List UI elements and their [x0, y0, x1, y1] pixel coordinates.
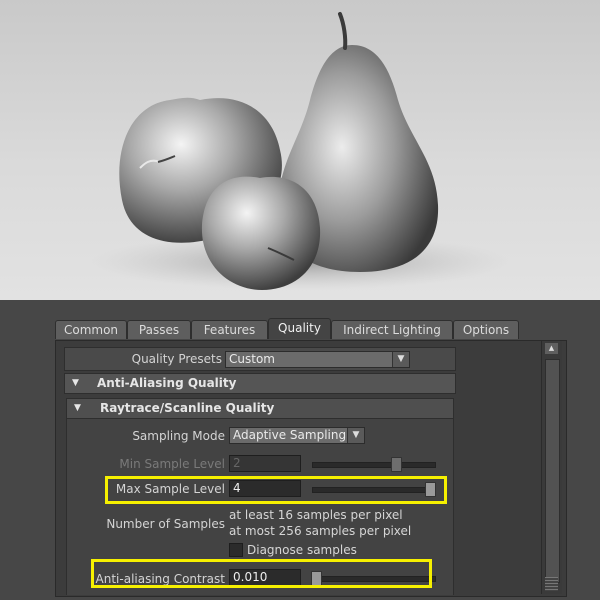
min-sample-level-label: Min Sample Level [119, 457, 225, 471]
slider-handle[interactable] [391, 457, 402, 472]
sampling-mode-label: Sampling Mode [132, 429, 225, 443]
tab-quality[interactable]: Quality [268, 318, 331, 339]
render-preview [0, 0, 600, 300]
quality-presets-dropdown[interactable]: Custom ▼ [225, 351, 410, 368]
diagnose-samples-checkbox[interactable] [229, 543, 243, 557]
number-of-samples-min: at least 16 samples per pixel [229, 508, 403, 522]
tab-passes[interactable]: Passes [127, 320, 191, 339]
tab-indirect-lighting[interactable]: Indirect Lighting [331, 320, 453, 339]
render-settings-panel: Common Passes Features Quality Indirect … [0, 300, 600, 600]
arrow-up-icon[interactable]: ▲ [545, 343, 558, 354]
highlight-anti-aliasing-contrast [91, 559, 432, 588]
resize-grip[interactable] [545, 577, 558, 591]
tab-features[interactable]: Features [191, 320, 268, 339]
tab-common[interactable]: Common [55, 320, 127, 339]
sampling-mode-value: Adaptive Sampling [233, 428, 347, 442]
quality-presets-row: Quality Presets Custom ▼ [64, 347, 456, 371]
number-of-samples-max: at most 256 samples per pixel [229, 524, 412, 538]
diagnose-samples-label: Diagnose samples [247, 543, 357, 557]
section-raytrace-title: Raytrace/Scanline Quality [100, 401, 275, 415]
chevron-down-icon: ▼ [392, 352, 409, 367]
tab-options[interactable]: Options [453, 320, 519, 339]
sampling-mode-dropdown[interactable]: Adaptive Sampling ▼ [229, 427, 365, 444]
triangle-down-icon: ▼ [74, 403, 81, 413]
highlight-max-sample-level [105, 476, 447, 504]
scrollbar-thumb[interactable] [545, 359, 560, 583]
section-anti-aliasing-title: Anti-Aliasing Quality [97, 376, 237, 390]
vertical-scrollbar[interactable]: ▲ [541, 341, 562, 594]
min-sample-level-field[interactable]: 2 [229, 455, 301, 472]
section-anti-aliasing-quality[interactable]: ▼ Anti-Aliasing Quality [64, 373, 456, 394]
quality-presets-value: Custom [229, 352, 275, 366]
triangle-down-icon: ▼ [72, 378, 79, 388]
number-of-samples-label: Number of Samples [106, 517, 225, 531]
min-sample-level-slider[interactable] [312, 457, 436, 472]
quality-presets-label: Quality Presets [131, 352, 222, 366]
fruit-render-image [90, 12, 510, 290]
chevron-down-icon: ▼ [347, 428, 364, 443]
section-raytrace-scanline-quality[interactable]: ▼ Raytrace/Scanline Quality [66, 398, 454, 419]
